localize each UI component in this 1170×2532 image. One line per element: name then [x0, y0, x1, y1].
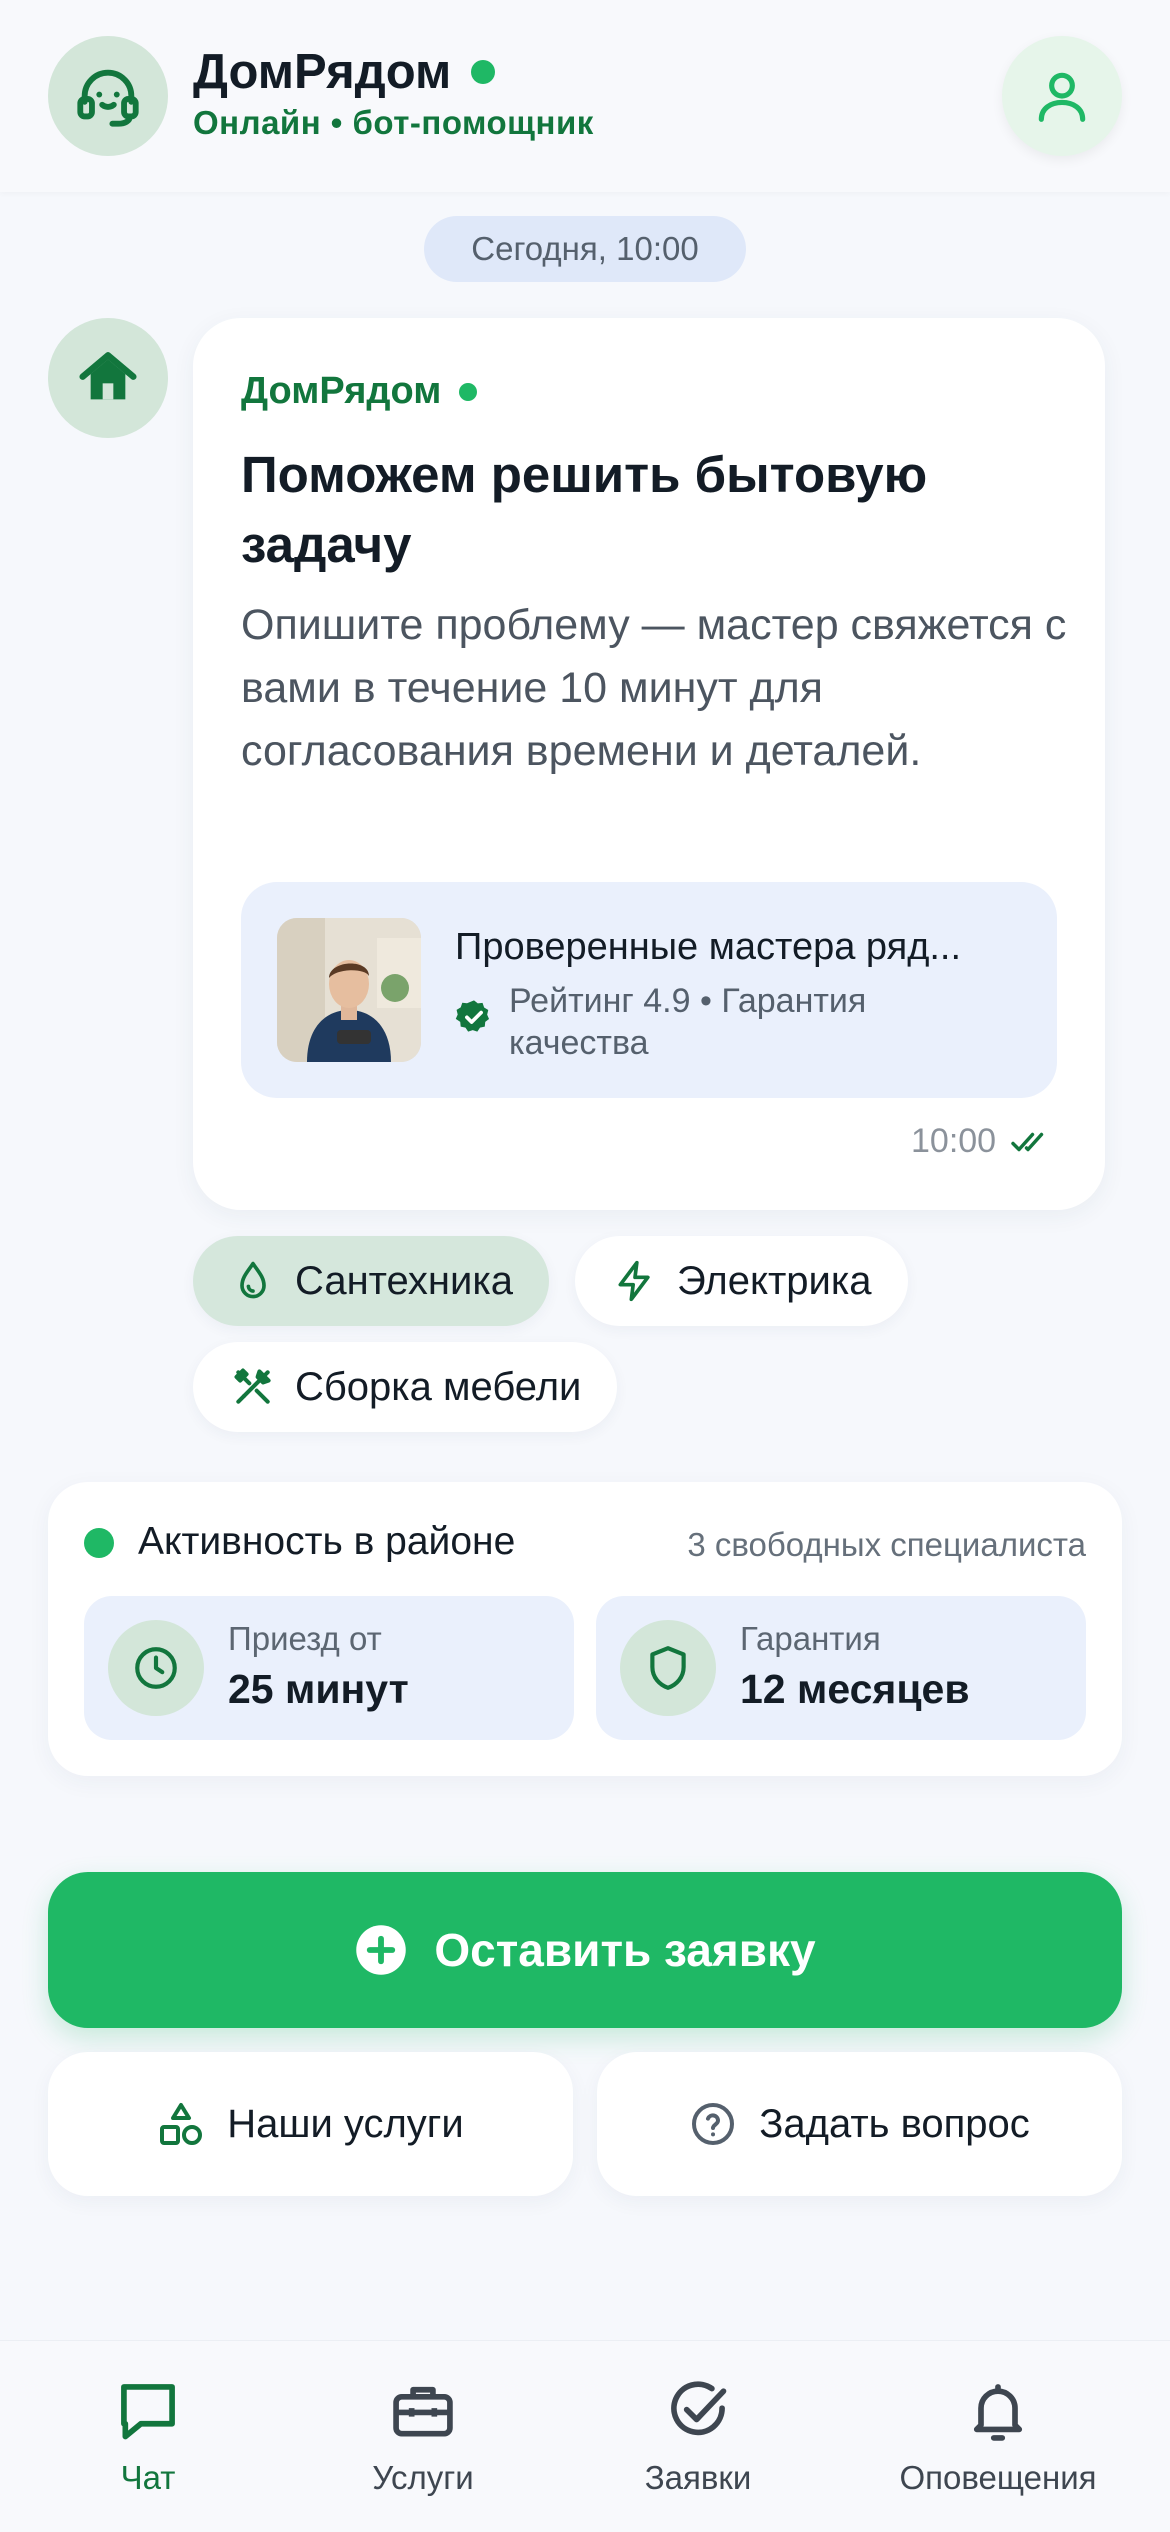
- bell-icon: [973, 2384, 1023, 2441]
- plus-circle-icon: [356, 1925, 407, 1975]
- chip-label: Сантехника: [295, 1258, 513, 1303]
- app: ДомРядом Онлайн • бот-помощник Сегодня, …: [0, 0, 1170, 2532]
- nav-label: Услуги: [372, 2459, 474, 2496]
- nav-label: Заявки: [644, 2459, 752, 2496]
- promo-title: Проверенные мастера ряд...: [455, 926, 962, 968]
- our-services-button[interactable]: Наши услуги: [48, 2052, 573, 2196]
- activity-indicator: [84, 1528, 114, 1558]
- message-sender: ДомРядом: [241, 370, 478, 413]
- warranty-stat: Гарантия 12 месяцев: [596, 1596, 1086, 1740]
- nav-item-chat[interactable]: Чат: [28, 2377, 268, 2497]
- message-meta: 10:00: [911, 1122, 1052, 1161]
- chip-label: Электрика: [677, 1258, 872, 1303]
- chip-plumbing[interactable]: Сантехника: [193, 1236, 549, 1326]
- free-specialists: 3 свободных специалиста: [687, 1526, 1086, 1563]
- message-avatar: [48, 318, 168, 438]
- check-circle-icon: [671, 2381, 727, 2436]
- double-check-icon: [1011, 1132, 1044, 1151]
- nav-label: Чат: [120, 2459, 176, 2496]
- clock-icon: [135, 1647, 177, 1689]
- promo-card[interactable]: Проверенные мастера ряд... Рейтинг 4.9 •…: [241, 882, 1057, 1098]
- headset-icon: [77, 69, 139, 127]
- submit-request-button[interactable]: Оставить заявку: [48, 1872, 1122, 2028]
- bottom-navigation: Чат Услуги Заявки Оповещения: [0, 2340, 1170, 2532]
- district-activity-card: Активность в районе 3 свободных специали…: [48, 1482, 1122, 1776]
- chat-header: ДомРядом Онлайн • бот-помощник: [0, 0, 1170, 192]
- bot-profile-avatar[interactable]: [48, 36, 168, 156]
- question-circle-icon: [692, 2103, 735, 2145]
- ask-question-button[interactable]: Задать вопрос: [597, 2052, 1122, 2196]
- our-services-label: Наши услуги: [227, 2101, 464, 2146]
- chip-label: Сборка мебели: [295, 1364, 582, 1409]
- profile-button[interactable]: [1002, 36, 1122, 156]
- message-body: Опишите проблему — мастер свяжется с вам…: [241, 601, 1067, 775]
- home-icon: [79, 352, 137, 400]
- lightning-icon: [618, 1260, 650, 1302]
- stat-value: 25 минут: [228, 1666, 409, 1712]
- shield-icon-badge: [620, 1620, 716, 1716]
- bot-message: ДомРядом Поможем решить бытовую задачу О…: [193, 318, 1105, 1210]
- nav-label: Оповещения: [899, 2459, 1097, 2496]
- nav-item-services[interactable]: Услуги: [303, 2377, 543, 2497]
- user-icon: [1038, 72, 1086, 122]
- online-indicator: [471, 60, 496, 84]
- stat-label: Гарантия: [740, 1620, 881, 1657]
- promo-subtitle: Рейтинг 4.9 • Гарантия качества: [509, 982, 867, 1062]
- chip-electrical[interactable]: Электрика: [575, 1236, 908, 1326]
- chat-title-text: ДомРядом: [193, 45, 452, 99]
- shapes-icon: [160, 2103, 203, 2145]
- tools-icon: [234, 1368, 271, 1404]
- date-separator: Сегодня, 10:00: [424, 216, 746, 282]
- arrival-stat: Приезд от 25 минут: [84, 1596, 574, 1740]
- clock-icon-badge: [108, 1620, 204, 1716]
- submit-request-label: Оставить заявку: [434, 1924, 816, 1976]
- chat-subtitle: Онлайн • бот-помощник: [193, 104, 594, 141]
- activity-title: Активность в районе: [138, 1520, 516, 1563]
- nav-item-notifications[interactable]: Оповещения: [878, 2377, 1118, 2497]
- stat-value: 12 месяцев: [740, 1666, 970, 1712]
- ask-question-label: Задать вопрос: [759, 2101, 1030, 2146]
- chat-icon: [121, 2384, 175, 2440]
- message-heading: Поможем решить бытовую задачу: [241, 446, 928, 573]
- sender-online-indicator: [459, 382, 478, 401]
- briefcase-icon: [393, 2386, 453, 2437]
- drop-icon: [240, 1261, 266, 1299]
- master-photo: [277, 918, 421, 1062]
- nav-item-requests[interactable]: Заявки: [578, 2377, 818, 2497]
- chat-title: ДомРядом: [193, 44, 496, 100]
- verified-badge-icon: [455, 1000, 490, 1032]
- chip-furniture-assembly[interactable]: Сборка мебели: [193, 1342, 618, 1432]
- stat-label: Приезд от: [228, 1620, 382, 1657]
- shield-icon: [650, 1646, 686, 1690]
- message-time: 10:00: [911, 1122, 997, 1160]
- message-sender-name: ДомРядом: [241, 370, 442, 412]
